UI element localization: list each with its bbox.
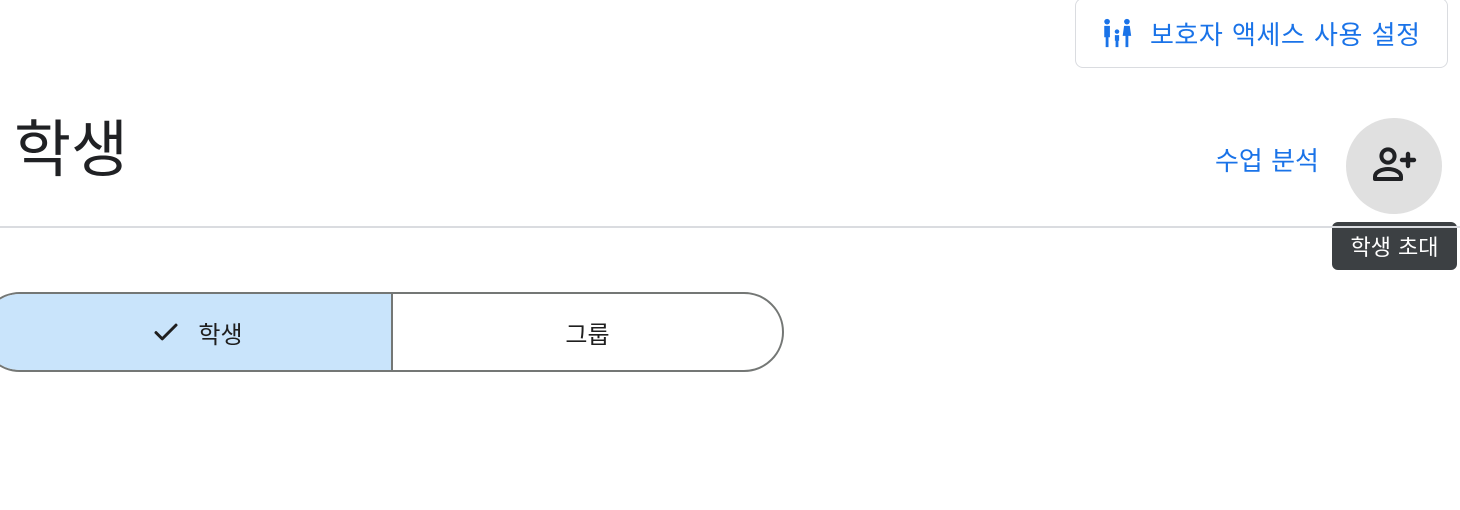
page-title: 학생 xyxy=(14,113,129,186)
view-toggle: 학생 그룹 xyxy=(0,292,784,372)
header-divider xyxy=(0,226,1460,228)
family-icon xyxy=(1100,16,1134,50)
guardian-button-label: 보호자 액세스 사용 설정 xyxy=(1150,20,1421,51)
check-icon xyxy=(150,316,182,348)
tab-students[interactable]: 학생 xyxy=(0,294,393,370)
class-analytics-link[interactable]: 수업 분석 xyxy=(1215,144,1319,180)
person-add-icon xyxy=(1370,140,1418,192)
invite-student-tooltip: 학생 초대 xyxy=(1332,222,1457,270)
tab-groups[interactable]: 그룹 xyxy=(393,294,782,370)
enable-guardian-access-button[interactable]: 보호자 액세스 사용 설정 xyxy=(1075,0,1448,68)
tab-students-label: 학생 xyxy=(198,320,243,349)
invite-student-button[interactable] xyxy=(1346,118,1442,214)
page: 보호자 액세스 사용 설정 학생 수업 분석 학생 초대 학생 그룹 xyxy=(0,0,1460,510)
tab-groups-label: 그룹 xyxy=(565,320,610,349)
